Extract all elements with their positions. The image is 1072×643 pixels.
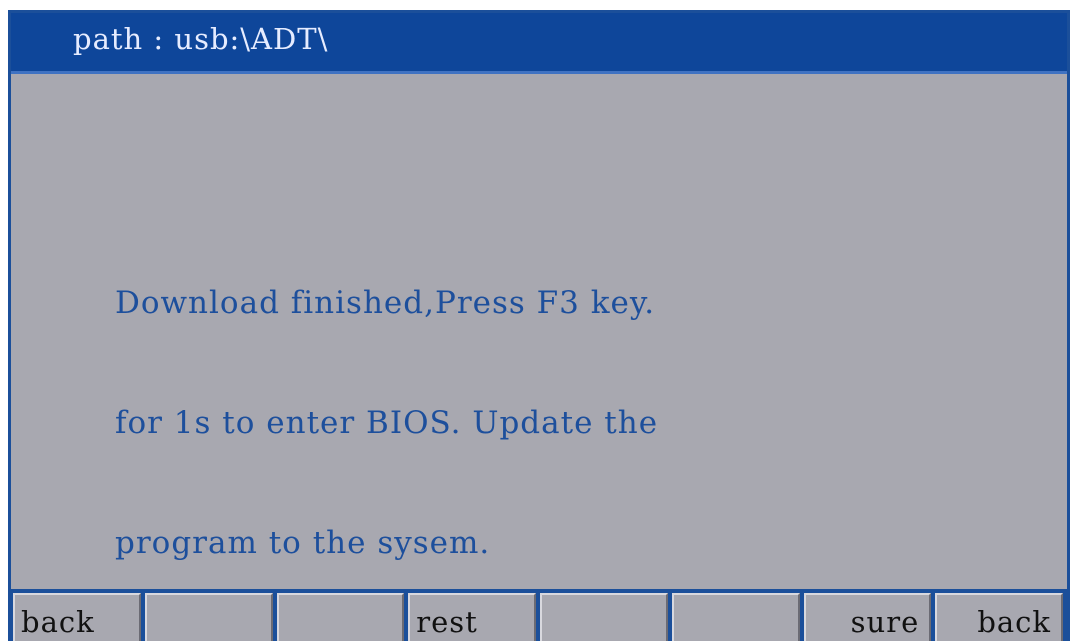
message-line: Download finished,Press F3 key. bbox=[115, 285, 656, 321]
f3-empty-button[interactable] bbox=[276, 593, 405, 641]
message-line: for 1s to enter BIOS. Update the bbox=[115, 405, 659, 441]
f1-label: back bbox=[21, 605, 95, 639]
function-key-bar: back rest sure back bbox=[11, 589, 1067, 641]
download-message: Download finished,Press F3 key. for 1s t… bbox=[115, 203, 658, 643]
f4-label: rest bbox=[416, 605, 478, 639]
f6-empty-button[interactable] bbox=[671, 593, 800, 641]
f2-empty-button[interactable] bbox=[144, 593, 273, 641]
message-line: program to the sysem. bbox=[115, 525, 491, 561]
f5-empty-button[interactable] bbox=[540, 593, 668, 641]
title-bar: path : usb:\ADT\ bbox=[11, 13, 1067, 74]
f8-label: back bbox=[977, 605, 1051, 639]
f1-back-button[interactable]: back bbox=[13, 593, 141, 641]
f8-back-button[interactable]: back bbox=[935, 593, 1063, 641]
path-label: path : usb:\ADT\ bbox=[73, 22, 329, 56]
f7-label: sure bbox=[850, 605, 920, 639]
controller-screen: path : usb:\ADT\ Download finished,Press… bbox=[8, 10, 1070, 641]
f4-rest-button[interactable]: rest bbox=[408, 593, 536, 641]
f7-sure-button[interactable]: sure bbox=[803, 593, 932, 641]
